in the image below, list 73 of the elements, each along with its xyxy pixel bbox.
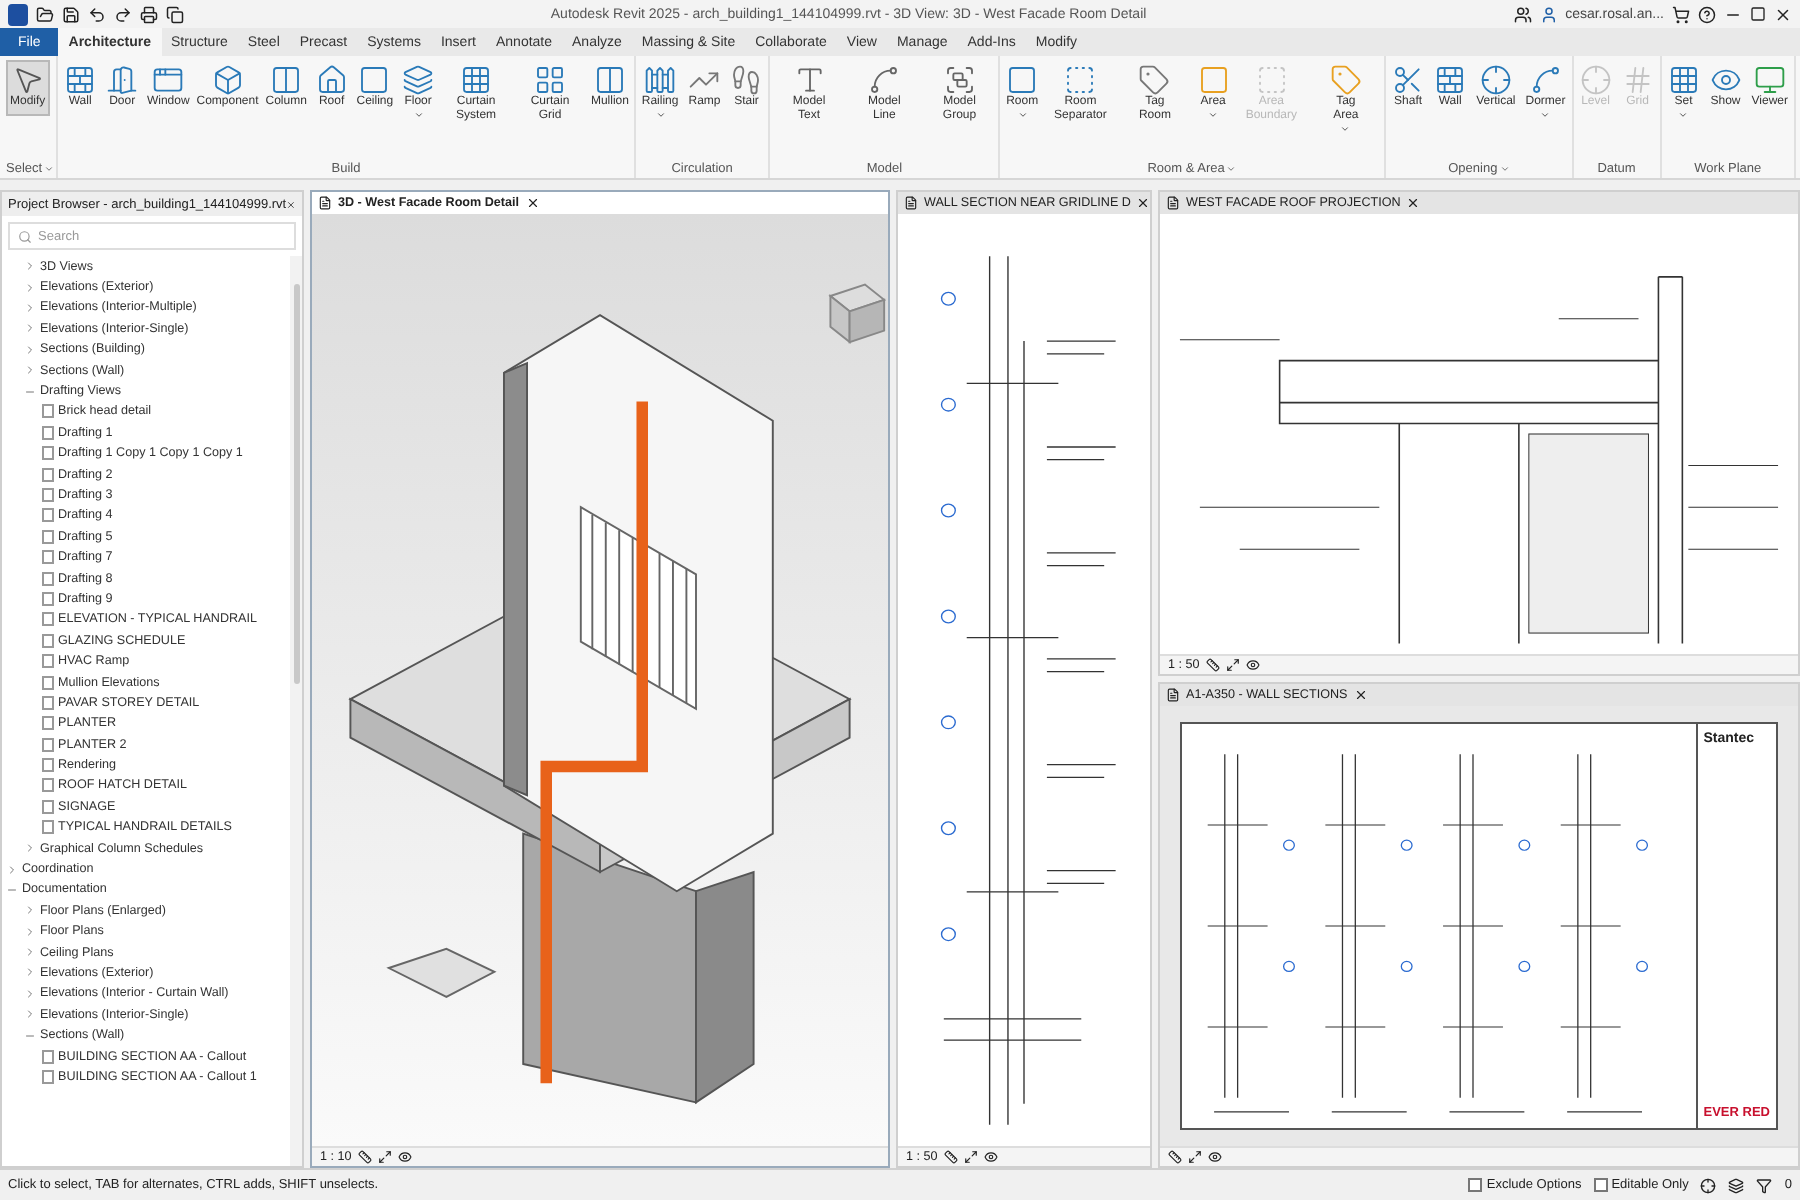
- crop-icon[interactable]: [1225, 658, 1240, 672]
- caret-icon: [1499, 163, 1510, 173]
- line-icon: [868, 64, 901, 96]
- select-links-icon[interactable]: [1700, 1177, 1717, 1193]
- curtain-system-icon: [460, 64, 493, 96]
- stair-icon: [730, 64, 763, 96]
- undo-icon[interactable]: [88, 5, 106, 23]
- close-icon[interactable]: [525, 196, 540, 210]
- visibility-icon[interactable]: [1245, 658, 1260, 672]
- copy-icon[interactable]: [166, 5, 184, 23]
- search-icon: [18, 229, 32, 243]
- view-icon: [1166, 196, 1180, 210]
- user-icon[interactable]: [1539, 5, 1558, 23]
- area-icon: [1197, 64, 1230, 96]
- open-icon[interactable]: [36, 5, 54, 23]
- plane-icon: [1667, 64, 1700, 96]
- ceiling-icon: [358, 64, 391, 96]
- caret-icon: [44, 163, 55, 173]
- crop-icon[interactable]: [963, 1150, 978, 1164]
- room-separator-icon: [1064, 64, 1097, 96]
- roof-icon: [315, 64, 348, 96]
- room-icon: [1006, 64, 1039, 96]
- redo-icon[interactable]: [114, 5, 132, 23]
- ruler-icon[interactable]: [1168, 1150, 1182, 1164]
- visibility-icon[interactable]: [397, 1150, 412, 1164]
- mullion-icon: [593, 64, 626, 96]
- filter-icon[interactable]: [1756, 1177, 1773, 1193]
- select-underlay-icon[interactable]: [1728, 1177, 1745, 1193]
- visibility-icon[interactable]: [1208, 1150, 1222, 1164]
- vertical-opening-icon: [1479, 64, 1512, 96]
- ruler-icon[interactable]: [1205, 658, 1220, 672]
- door-icon: [106, 64, 139, 96]
- tag-icon: [1329, 64, 1362, 96]
- floor-icon: [402, 64, 435, 96]
- curtain-grid-icon: [534, 64, 567, 96]
- printer-icon[interactable]: [140, 5, 158, 23]
- view-icon: [904, 196, 918, 210]
- tag-icon: [1138, 64, 1171, 96]
- visibility-icon[interactable]: [983, 1150, 998, 1164]
- shaft-icon: [1392, 64, 1425, 96]
- crop-icon[interactable]: [1188, 1150, 1202, 1164]
- cart-icon[interactable]: [1672, 5, 1690, 23]
- close-icon[interactable]: [1774, 5, 1792, 23]
- save-icon[interactable]: [62, 5, 80, 23]
- ruler-icon[interactable]: [943, 1150, 958, 1164]
- wall-opening-icon: [1434, 64, 1467, 96]
- window-icon: [152, 64, 185, 96]
- level-icon: [1579, 64, 1612, 96]
- app-icon[interactable]: [8, 3, 28, 25]
- help-icon[interactable]: [1698, 5, 1716, 23]
- ruler-icon[interactable]: [357, 1150, 372, 1164]
- people-icon[interactable]: [1513, 5, 1532, 23]
- railing-icon: [644, 64, 677, 96]
- column-icon: [270, 64, 303, 96]
- viewer-icon: [1753, 64, 1786, 96]
- close-icon[interactable]: [1353, 688, 1368, 702]
- maximize-icon[interactable]: [1750, 6, 1766, 22]
- dormer-icon: [1529, 64, 1562, 96]
- crop-icon[interactable]: [377, 1150, 392, 1164]
- close-icon[interactable]: [1136, 196, 1151, 210]
- box-icon: [211, 64, 244, 96]
- brick-wall-icon: [64, 64, 97, 96]
- pointer-icon: [11, 64, 44, 96]
- view-icon: [318, 196, 332, 210]
- show-icon: [1709, 64, 1742, 96]
- group-icon: [943, 64, 976, 96]
- caret-icon: [1226, 163, 1237, 173]
- close-icon[interactable]: [1406, 196, 1421, 210]
- letter-icon: [793, 64, 826, 96]
- grid-icon: [1621, 64, 1654, 96]
- scrollbar[interactable]: [290, 256, 302, 1166]
- area-boundary-icon: [1255, 64, 1288, 96]
- view-icon: [1166, 688, 1180, 702]
